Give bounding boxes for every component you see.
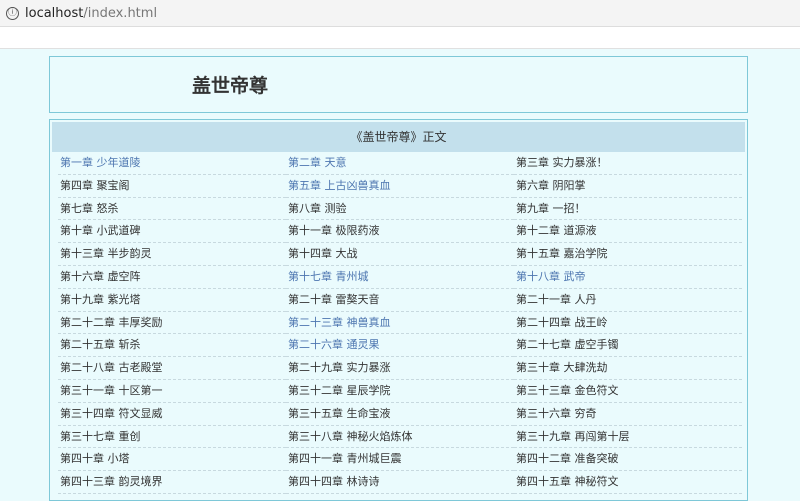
chapter-link[interactable]: 第二十章 雷獒天音 (286, 289, 514, 312)
chapter-link[interactable]: 第十章 小武道碑 (58, 220, 286, 244)
chapter-link[interactable]: 第三章 实力暴涨！ (514, 152, 742, 175)
chapter-link[interactable]: 第三十二章 星辰学院 (286, 380, 514, 403)
chapter-link[interactable]: 第二十九章 实力暴涨 (286, 357, 514, 380)
chapter-link[interactable]: 第十一章 极限药液 (286, 220, 514, 244)
chapter-link[interactable]: 第十二章 道源液 (514, 220, 742, 244)
chapter-link[interactable]: 第三十章 大肆洗劫 (514, 357, 742, 380)
browser-toolbar-area (0, 27, 800, 49)
chapter-link[interactable]: 第三十六章 穷奇 (514, 403, 742, 426)
chapter-link[interactable]: 第十四章 大战 (286, 243, 514, 266)
chapter-link[interactable]: 第十五章 嘉治学院 (514, 243, 742, 266)
chapter-link[interactable]: 第三十七章 重创 (58, 426, 286, 449)
chapter-link[interactable]: 第四十五章 神秘符文 (514, 471, 742, 494)
chapter-link[interactable]: 第四十章 小塔 (58, 448, 286, 472)
chapter-link[interactable]: 第十六章 虚空阵 (58, 266, 286, 289)
url-text[interactable]: localhost/index.html (25, 6, 157, 21)
chapter-link[interactable]: 第二十六章 通灵果 (286, 334, 514, 358)
chapter-link[interactable]: 第三十九章 再闯第十层 (514, 426, 742, 449)
chapter-grid: 第一章 少年道陵 第二章 天意 第三章 实力暴涨！ 第四章 聚宝阁 第五章 上古凶兽真血… (58, 152, 742, 494)
chapter-link[interactable]: 第二十二章 丰厚奖励 (58, 312, 286, 335)
chapter-list-heading: 《盖世帝尊》正文 (52, 122, 745, 152)
chapter-link[interactable]: 第三十四章 符文显威 (58, 403, 286, 426)
chapter-link[interactable]: 第二十八章 古老殿堂 (58, 357, 286, 380)
site-header: 盖世帝尊 (49, 56, 748, 113)
chapter-link[interactable]: 第三十八章 神秘火焰炼体 (286, 426, 514, 449)
chapter-link[interactable]: 第二十一章 人丹 (514, 289, 742, 312)
chapter-link[interactable]: 第十七章 青州城 (286, 266, 514, 289)
chapter-link[interactable]: 第七章 怒杀 (58, 198, 286, 221)
chapter-link[interactable]: 第四章 聚宝阁 (58, 175, 286, 198)
chapter-list-panel: 《盖世帝尊》正文 第一章 少年道陵 第二章 天意 第三章 实力暴涨！ 第四章 聚宝阁第… (49, 119, 748, 501)
chapter-link[interactable]: 第九章 一招！ (514, 198, 742, 221)
chapter-link[interactable]: 第六章 阴阳掌 (514, 175, 742, 198)
page-title: 盖世帝尊 (192, 75, 269, 97)
chapter-link[interactable]: 第三十一章 十区第一 (58, 380, 286, 403)
chapter-link[interactable]: 第一章 少年道陵 (58, 152, 286, 175)
chapter-link[interactable]: 第四十四章 林诗诗 (286, 471, 514, 494)
info-icon[interactable]: ⓘ (6, 6, 19, 20)
chapter-link[interactable]: 第二十三章 神兽真血 (286, 312, 514, 335)
chapter-link[interactable]: 第十九章 紫光塔 (58, 289, 286, 312)
chapter-link[interactable]: 第十三章 半步韵灵 (58, 243, 286, 266)
chapter-link[interactable]: 第二章 天意 (286, 152, 514, 175)
chapter-link[interactable]: 第四十二章 准备突破 (514, 448, 742, 472)
url-host: localhost (25, 5, 84, 21)
url-path: /index.html (83, 5, 158, 21)
chapter-link[interactable]: 第三十三章 金色符文 (514, 380, 742, 403)
chapter-link[interactable]: 第二十五章 斩杀 (58, 334, 286, 358)
chapter-link[interactable]: 第四十三章 韵灵境界 (58, 471, 286, 494)
chapter-link[interactable]: 第五章 上古凶兽真血 (286, 175, 514, 198)
chapter-link[interactable]: 第三十五章 生命宝液 (286, 403, 514, 426)
address-bar[interactable]: ⓘ localhost/index.html (0, 0, 800, 27)
chapter-link[interactable]: 第二十七章 虚空手镯 (514, 334, 742, 358)
chapter-link[interactable]: 第十八章 武帝 (514, 266, 742, 289)
chapter-link[interactable]: 第二十四章 战王岭 (514, 312, 742, 335)
chapter-link[interactable]: 第八章 测验 (286, 198, 514, 221)
chapter-link[interactable]: 第四十一章 青州城巨震 (286, 448, 514, 472)
